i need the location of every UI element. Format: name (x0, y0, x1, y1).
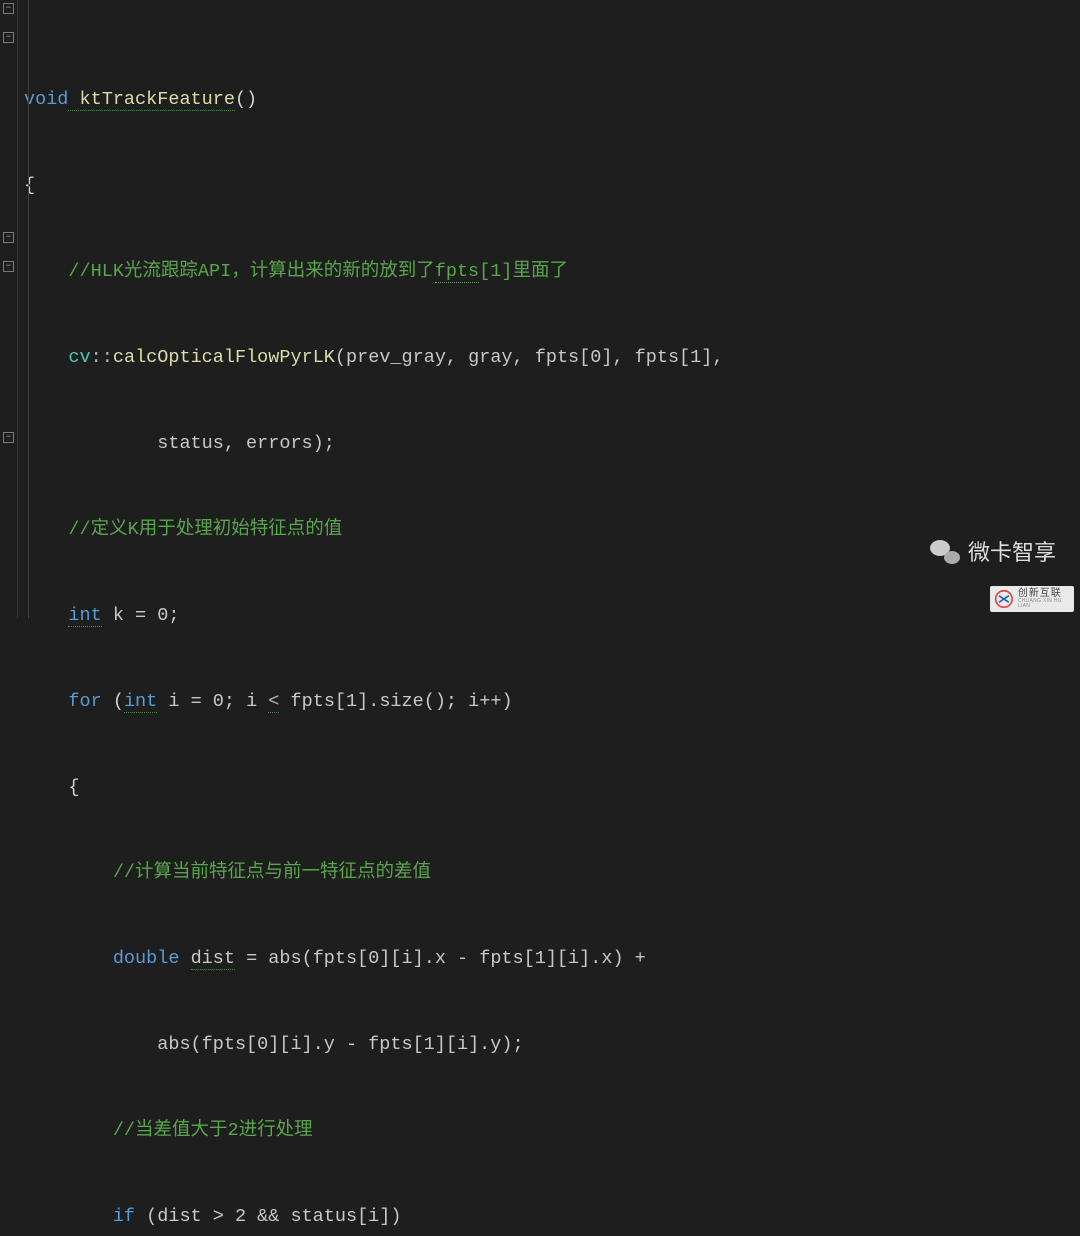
code-line[interactable]: void ktTrackFeature() (24, 86, 723, 115)
company-logo-icon (994, 588, 1014, 610)
code-line[interactable]: cv::calcOpticalFlowPyrLK(prev_gray, gray… (24, 344, 723, 373)
code-line[interactable]: int k = 0; (24, 602, 723, 631)
code-line[interactable]: { (24, 172, 723, 201)
fold-toggle[interactable] (3, 432, 14, 443)
code-line[interactable]: //当差值大于2进行处理 (24, 1117, 723, 1146)
company-name-en: CHUANG XIN HU LIAN (1018, 599, 1070, 609)
code-line[interactable]: double dist = abs(fpts[0][i].x - fpts[1]… (24, 945, 723, 974)
code-editor[interactable]: void ktTrackFeature() { //HLK光流跟踪API，计算出… (0, 0, 1080, 618)
code-line[interactable]: //定义K用于处理初始特征点的值 (24, 516, 723, 545)
code-line[interactable]: status, errors); (24, 430, 723, 459)
wechat-icon (930, 540, 960, 566)
fold-gutter (0, 0, 18, 618)
code-line[interactable]: for (int i = 0; i < fpts[1].size(); i++) (24, 688, 723, 717)
code-area[interactable]: void ktTrackFeature() { //HLK光流跟踪API，计算出… (18, 0, 723, 618)
code-line[interactable]: abs(fpts[0][i].y - fpts[1][i].y); (24, 1031, 723, 1060)
wechat-label: 微卡智享 (968, 536, 1056, 570)
fold-toggle[interactable] (3, 232, 14, 243)
fold-toggle[interactable] (3, 261, 14, 272)
code-line[interactable]: //计算当前特征点与前一特征点的差值 (24, 859, 723, 888)
company-watermark: 创新互联 CHUANG XIN HU LIAN (990, 586, 1074, 612)
fold-toggle[interactable] (3, 3, 14, 14)
code-line[interactable]: { (24, 774, 723, 803)
wechat-watermark: 微卡智享 (930, 536, 1056, 570)
code-line[interactable]: if (dist > 2 && status[i]) (24, 1203, 723, 1232)
fold-toggle[interactable] (3, 32, 14, 43)
code-line[interactable]: //HLK光流跟踪API，计算出来的新的放到了fpts[1]里面了 (24, 258, 723, 287)
